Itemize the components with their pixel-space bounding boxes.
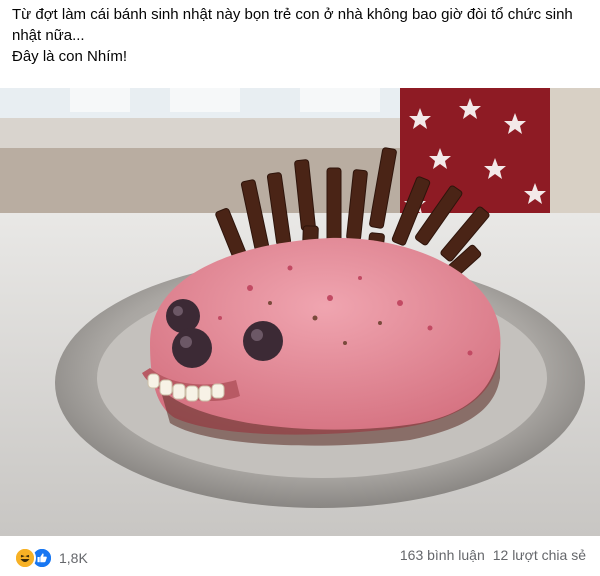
post-text-line-1: Từ đợt làm cái bánh sinh nhật này bọn tr… [12, 6, 573, 44]
post-text-line-2: Đây là con Nhím! [12, 48, 128, 65]
post-text: Từ đợt làm cái bánh sinh nhật này bọn tr… [12, 4, 588, 67]
reactions-summary[interactable]: 1,8K [14, 547, 88, 569]
haha-icon [14, 547, 36, 569]
hedgehog-cake-photo [0, 88, 600, 536]
shares-count-link[interactable]: 12 lượt chia sẻ [493, 547, 586, 563]
engagement-stats: 163 bình luận 12 lượt chia sẻ [400, 547, 586, 563]
reaction-count: 1,8K [59, 550, 88, 566]
comments-count-link[interactable]: 163 bình luận [400, 547, 485, 563]
post-footer: 1,8K 163 bình luận 12 lượt chia sẻ [0, 536, 600, 576]
post-photo[interactable] [0, 88, 600, 536]
